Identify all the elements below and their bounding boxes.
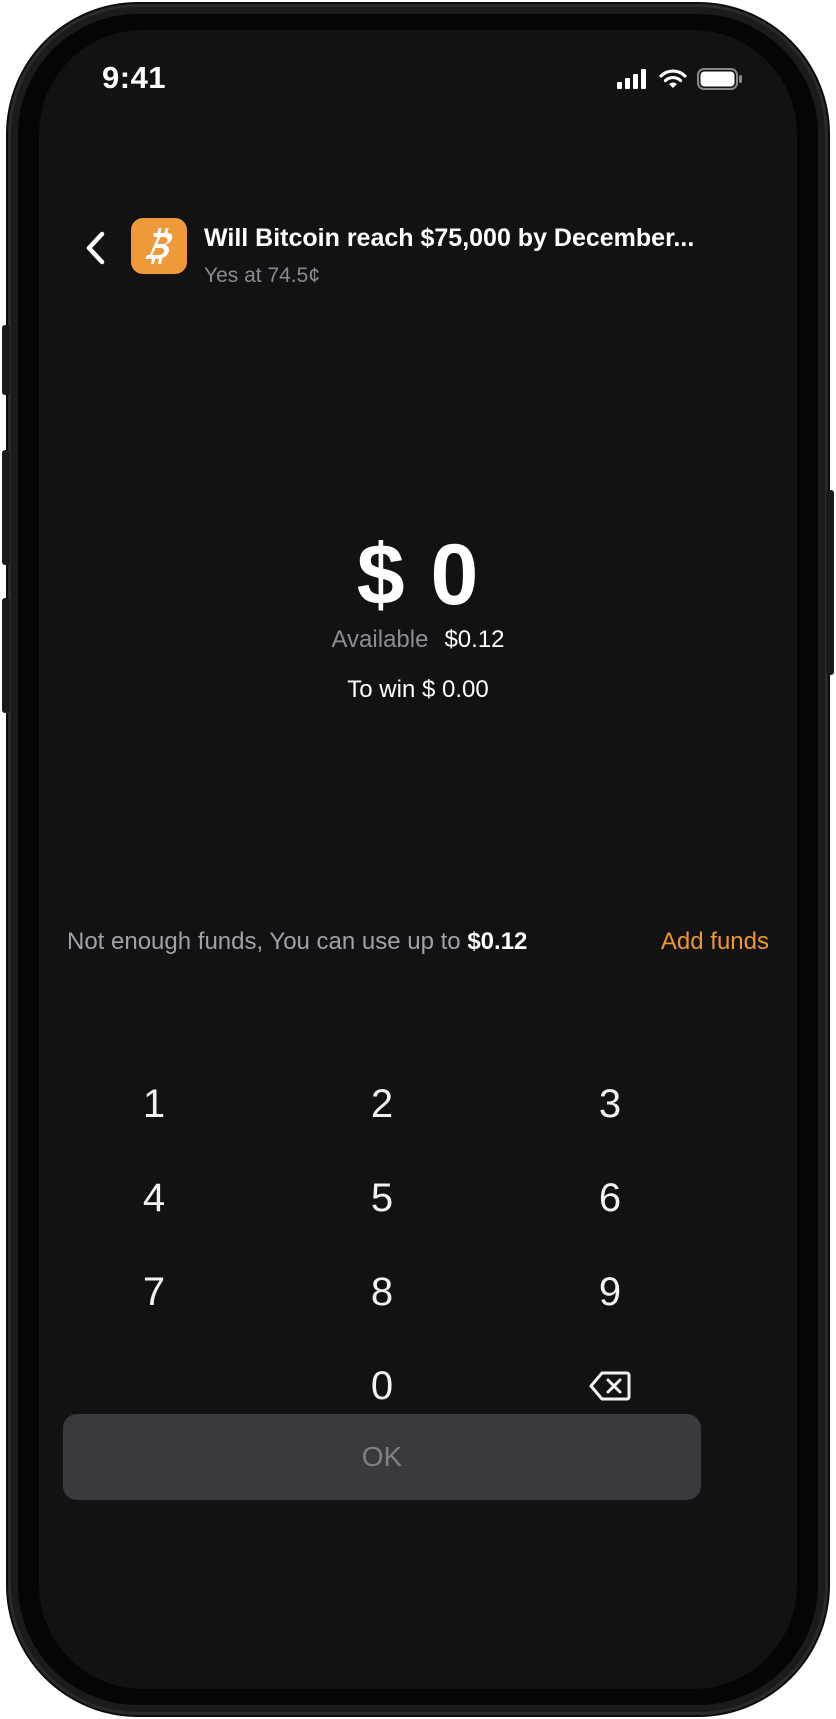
status-icons <box>617 68 743 90</box>
market-title: Will Bitcoin reach $75,000 by December..… <box>204 224 695 252</box>
key-8[interactable]: 8 <box>267 1248 497 1336</box>
warning-limit: $0.12 <box>467 928 528 955</box>
market-subtitle: Yes at 74.5¢ <box>204 264 320 287</box>
warning-text: Not enough funds, You can use up to <box>67 928 461 955</box>
to-win-text: To win $ 0.00 <box>347 676 489 703</box>
volume-down-button <box>2 598 10 713</box>
chevron-left-icon <box>86 231 105 265</box>
bitcoin-glyph-icon <box>144 228 173 264</box>
key-7[interactable]: 7 <box>39 1248 269 1336</box>
bitcoin-icon <box>131 218 187 274</box>
available-balance: Available $0.12 <box>39 626 797 654</box>
screen: 9:41 Will Bitcoin reach $75,000 by Decem… <box>39 30 797 1689</box>
funds-warning: Not enough funds, You can use up to $0.1… <box>67 928 769 956</box>
add-funds-link[interactable]: Add funds <box>661 928 769 956</box>
status-bar: 9:41 <box>39 30 797 130</box>
key-2[interactable]: 2 <box>267 1060 497 1148</box>
signal-icon <box>617 69 646 89</box>
key-5[interactable]: 5 <box>267 1154 497 1242</box>
warning-message: Not enough funds, You can use up to $0.1… <box>67 928 527 956</box>
key-1[interactable]: 1 <box>39 1060 269 1148</box>
power-button <box>826 490 834 675</box>
wifi-icon <box>659 68 687 88</box>
key-4[interactable]: 4 <box>39 1154 269 1242</box>
silent-switch <box>2 325 10 395</box>
key-3[interactable]: 3 <box>495 1060 725 1148</box>
key-9[interactable]: 9 <box>495 1248 725 1336</box>
key-6[interactable]: 6 <box>495 1154 725 1242</box>
backspace-icon <box>589 1371 631 1401</box>
battery-icon <box>697 68 742 90</box>
available-label: Available <box>331 626 429 653</box>
volume-up-button <box>2 450 10 565</box>
ok-button[interactable]: OK <box>63 1414 701 1500</box>
status-time: 9:41 <box>102 60 167 95</box>
amount-display: $ 0 <box>356 527 480 623</box>
back-button[interactable] <box>79 228 111 268</box>
available-value: $0.12 <box>444 626 505 653</box>
